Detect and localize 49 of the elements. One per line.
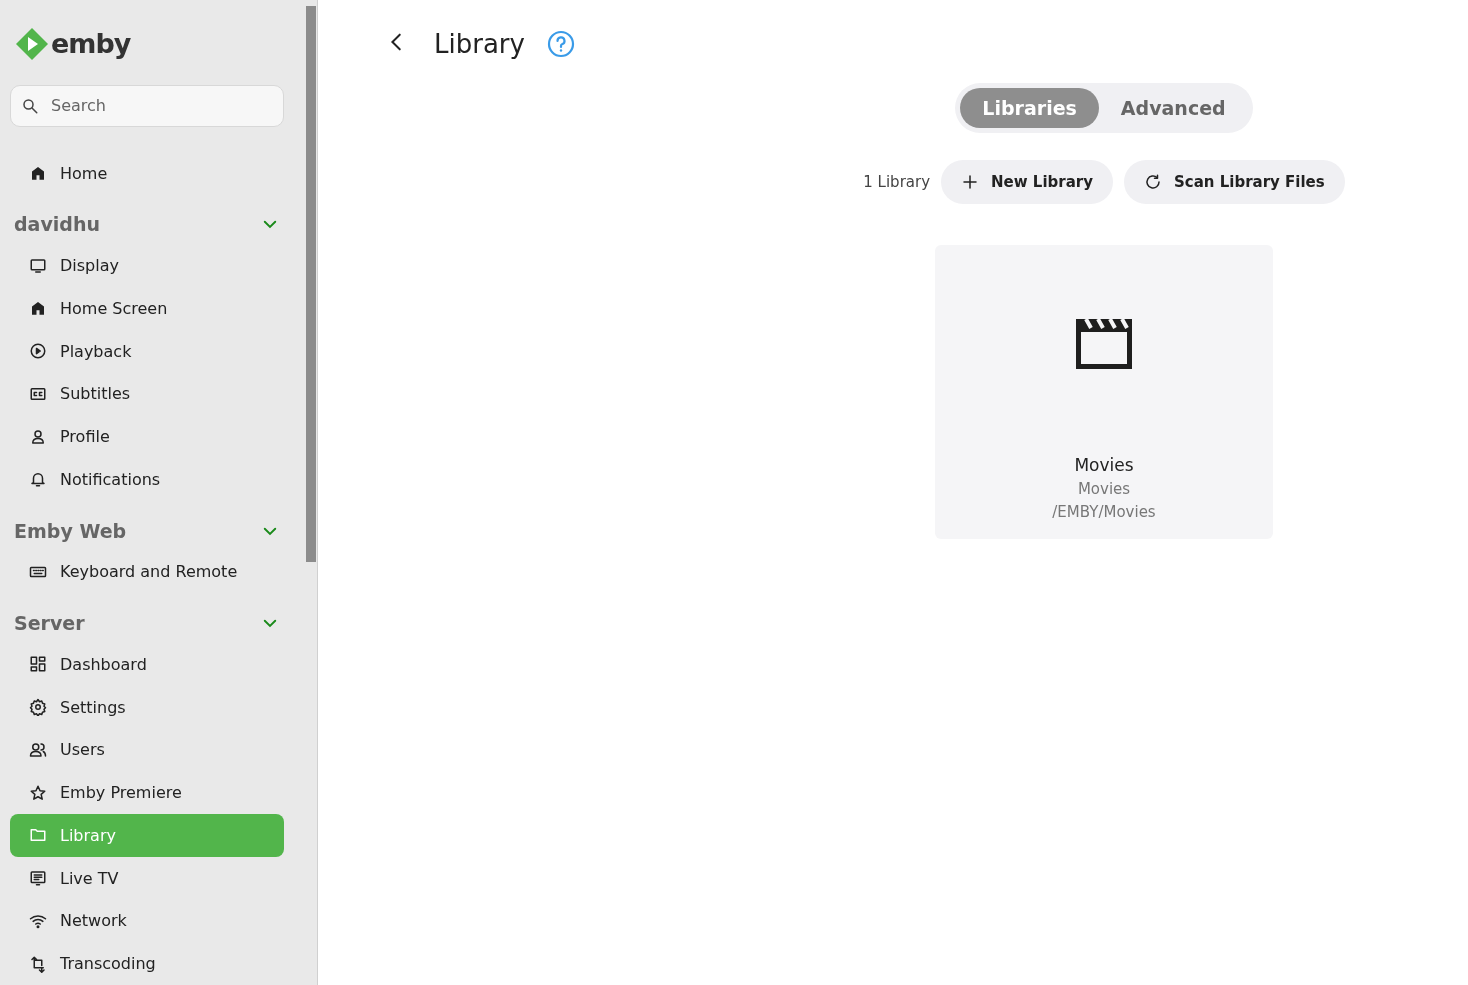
transcode-icon: [29, 954, 47, 973]
help-icon[interactable]: [546, 30, 575, 58]
sidebar-item[interactable]: Home Screen: [10, 287, 284, 330]
section-title: Emby Web: [14, 519, 127, 542]
section-header[interactable]: Emby Web: [10, 510, 284, 551]
sidebar-item[interactable]: Transcoding: [10, 942, 284, 985]
new-library-button[interactable]: New Library: [941, 160, 1113, 204]
library-name: Movies: [1074, 455, 1134, 475]
sidebar-item[interactable]: Keyboard and Remote: [10, 550, 284, 594]
sidebar-item[interactable]: Dashboard: [10, 643, 284, 686]
section-header[interactable]: Server: [10, 603, 284, 643]
star-icon: [29, 783, 47, 802]
sidebar-item[interactable]: Settings: [10, 685, 284, 729]
sidebar-item[interactable]: Emby Premiere: [10, 771, 284, 814]
tv-guide-icon: [29, 869, 47, 888]
home-icon: [29, 299, 47, 318]
section-title: davidhu: [14, 213, 100, 236]
section-header[interactable]: davidhu: [10, 204, 284, 245]
sidebar-item[interactable]: Network: [10, 899, 284, 943]
section-title: Server: [14, 612, 85, 635]
sidebar-item[interactable]: Profile: [10, 415, 284, 458]
dashboard-icon: [29, 655, 47, 674]
scan-button[interactable]: Scan Library Files: [1124, 160, 1345, 204]
sidebar-item[interactable]: Home: [10, 151, 284, 195]
plus-icon: [961, 173, 980, 191]
sidebar-item[interactable]: Notifications: [10, 458, 284, 501]
sidebar-item[interactable]: Users: [10, 728, 284, 772]
scrollbar-thumb[interactable]: [306, 6, 316, 562]
library-count: 1 Library: [863, 173, 931, 191]
sidebar-item[interactable]: Display: [10, 244, 284, 287]
monitor-icon: [29, 256, 47, 275]
person-icon: [29, 427, 47, 446]
library-card[interactable]: Movies Movies /EMBY/Movies: [935, 245, 1273, 539]
logo-icon: [15, 26, 49, 61]
sidebar-item[interactable]: Live TV: [10, 856, 284, 900]
tab[interactable]: Advanced: [1098, 88, 1248, 128]
home-icon: [29, 164, 47, 183]
search-field[interactable]: Search: [10, 84, 284, 127]
bell-icon: [29, 470, 47, 489]
refresh-icon: [1144, 173, 1162, 191]
sidebar-item[interactable]: Playback: [10, 329, 284, 373]
page-title: Library: [434, 29, 525, 59]
play-circle-icon: [29, 342, 47, 361]
library-type: Movies: [1077, 480, 1131, 498]
library-path: /EMBY/Movies: [1052, 503, 1156, 521]
gear-icon: [29, 698, 47, 717]
users-icon: [29, 740, 47, 759]
sidebar-item[interactable]: Subtitles: [10, 372, 284, 416]
logo-text: emby: [51, 28, 131, 60]
